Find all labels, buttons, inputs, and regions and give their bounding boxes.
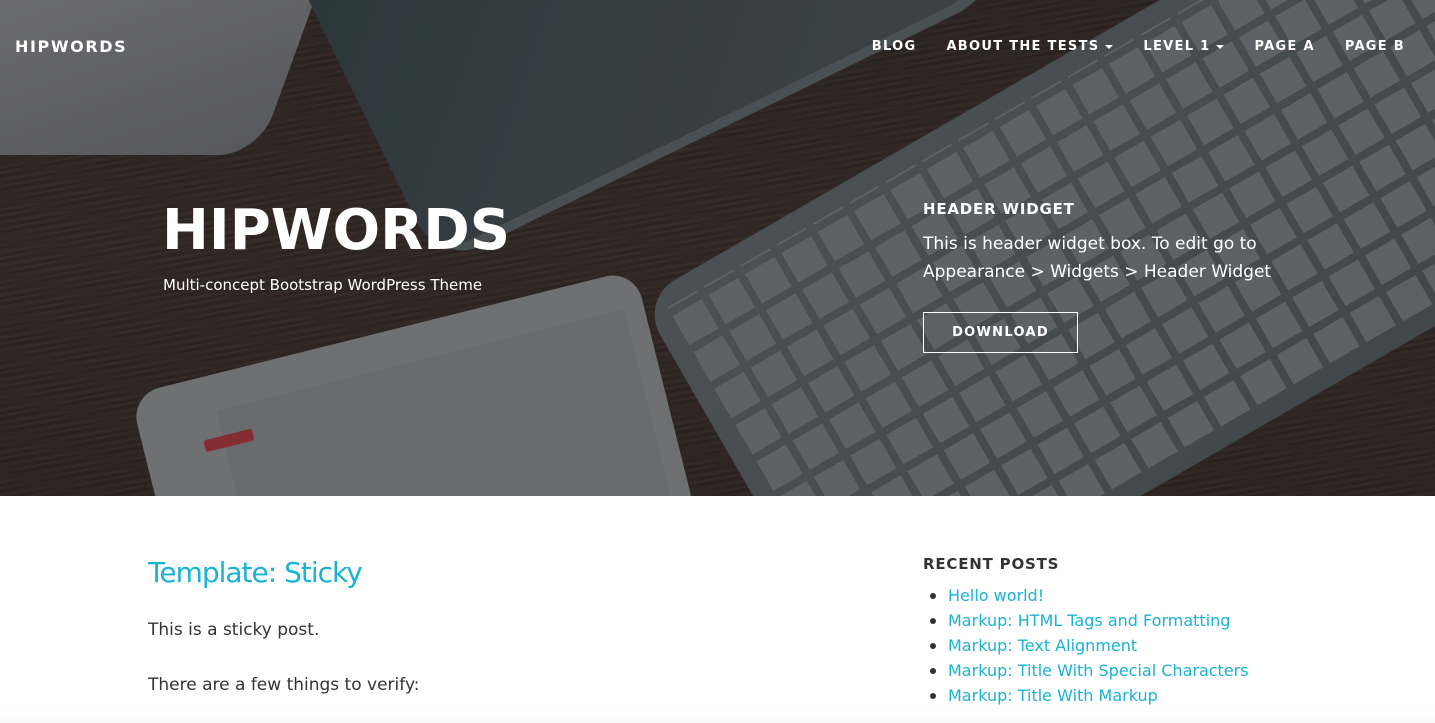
site-brand-link[interactable]: HIPWORDS [15, 37, 127, 56]
nav-item-label: PAGE A [1254, 39, 1315, 54]
recent-post-link[interactable]: Markup: Title With Special Characters [948, 661, 1249, 680]
list-item: Markup: Title With Markup [923, 683, 1249, 708]
recent-post-link[interactable]: Markup: Text Alignment [948, 636, 1137, 655]
nav-item-blog[interactable]: BLOG [872, 39, 917, 54]
header-widget: HEADER WIDGET This is header widget box.… [923, 200, 1343, 353]
caret-down-icon [1216, 44, 1225, 49]
bullet-icon [930, 692, 936, 699]
recent-post-link[interactable]: Markup: Title With Markup [948, 686, 1158, 705]
nav-item-label: PAGE B [1344, 39, 1405, 54]
post-title-link[interactable]: Template: Sticky [148, 556, 363, 589]
post-paragraph: There are a few things to verify: [148, 675, 420, 695]
header-widget-title: HEADER WIDGET [923, 200, 1075, 218]
recent-post-link[interactable]: Hello world! [948, 586, 1044, 605]
list-item: Markup: Text Alignment [923, 633, 1249, 658]
recent-post-link[interactable]: Markup: HTML Tags and Formatting [948, 611, 1230, 630]
nav-item-page-a[interactable]: PAGE A [1254, 39, 1314, 54]
bottom-fade [0, 708, 1435, 723]
recent-posts-list: Hello world! Markup: HTML Tags and Forma… [923, 583, 1249, 708]
recent-posts-title: RECENT POSTS [923, 555, 1060, 573]
download-button[interactable]: DOWNLOAD [923, 312, 1078, 353]
bullet-icon [930, 617, 936, 624]
bullet-icon [930, 667, 936, 674]
nav-item-label: BLOG [871, 39, 917, 54]
list-item: Hello world! [923, 583, 1249, 608]
post-paragraph: This is a sticky post. [148, 620, 320, 640]
nav-item-label: ABOUT THE TESTS [946, 39, 1100, 54]
bullet-icon [930, 592, 936, 599]
nav-item-page-b[interactable]: PAGE B [1345, 39, 1405, 54]
hero-tagline: Multi-concept Bootstrap WordPress Theme [163, 276, 483, 294]
nav-item-level-1[interactable]: LEVEL 1 [1143, 39, 1225, 54]
nav-item-about-the-tests[interactable]: ABOUT THE TESTS [946, 39, 1114, 54]
hero-title: HIPWORDS [162, 198, 511, 263]
list-item: Markup: Title With Special Characters [923, 658, 1249, 683]
caret-down-icon [1105, 44, 1114, 49]
sidebar-recent-posts: RECENT POSTS Hello world! Markup: HTML T… [923, 555, 1249, 708]
main-nav: BLOG ABOUT THE TESTS LEVEL 1 PAGE A PAGE… [842, 39, 1405, 54]
nav-item-label: LEVEL 1 [1143, 39, 1211, 54]
header-widget-text: This is header widget box. To edit go to… [923, 234, 1272, 282]
list-item: Markup: HTML Tags and Formatting [923, 608, 1249, 633]
bullet-icon [930, 642, 936, 649]
